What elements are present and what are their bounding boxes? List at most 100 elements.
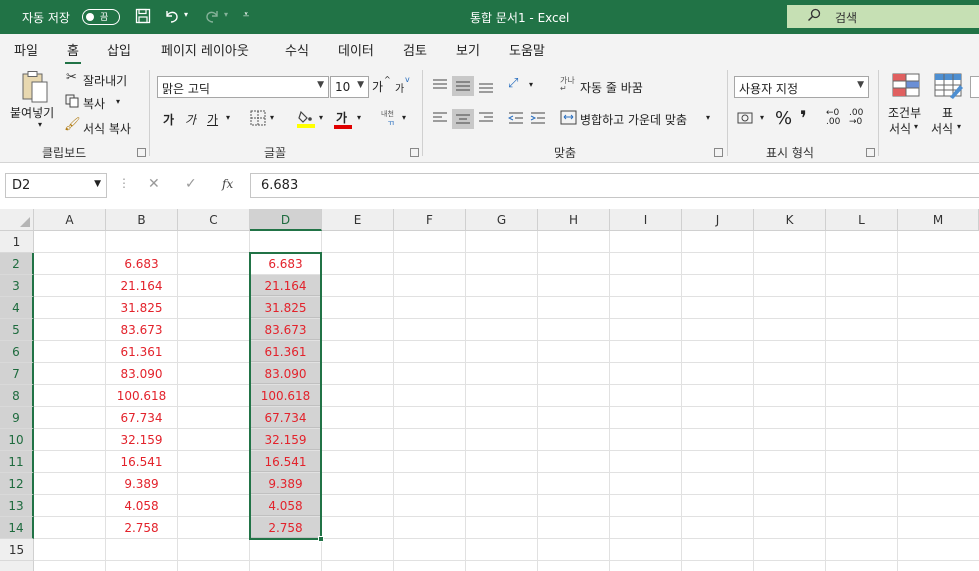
format-as-table-button[interactable]: 표 [942,104,953,121]
cell-b13[interactable]: 4.058 [106,495,177,517]
cell-b10[interactable]: 32.159 [106,429,177,451]
row-header-10[interactable]: 10 [0,429,34,451]
cell-d13[interactable]: 4.058 [250,495,321,516]
worksheet-grid[interactable]: A B C D E F G H I J K L M 1 2 3 4 5 6 7 8 9 10 11 12 13 14 15 6.683 2… [0,209,979,571]
row-header-6[interactable]: 6 [0,341,34,363]
accounting-format-icon[interactable] [737,111,755,129]
row-header-3[interactable]: 3 [0,275,34,297]
column-header-a[interactable]: A [34,209,106,231]
decrease-indent-icon[interactable] [507,111,524,129]
cell-b9[interactable]: 67.734 [106,407,177,429]
font-launcher-icon[interactable] [410,148,419,157]
cell-b3[interactable]: 21.164 [106,275,177,297]
cell-d7[interactable]: 83.090 [250,363,321,384]
increase-indent-icon[interactable] [530,111,546,129]
column-header-h[interactable]: H [538,209,610,231]
column-header-e[interactable]: E [322,209,394,231]
row-header-9[interactable]: 9 [0,407,34,429]
italic-button[interactable]: 가 [185,111,196,128]
underline-button[interactable]: 가 [207,111,218,128]
column-header-c[interactable]: C [178,209,250,231]
search-box[interactable]: 검색 [787,5,979,28]
cell-d12[interactable]: 9.389 [250,473,321,494]
row-header-2[interactable]: 2 [0,253,34,275]
paste-button[interactable]: 붙여넣기 [10,104,54,121]
name-box[interactable]: D2 ▼ [5,173,107,198]
number-launcher-icon[interactable] [866,148,875,157]
align-middle-icon[interactable] [452,76,474,96]
merge-center-button[interactable]: 병합하고 가운데 맞춤 [580,111,687,128]
fill-handle[interactable] [318,536,324,542]
column-header-d[interactable]: D [250,209,322,231]
column-header-k[interactable]: K [754,209,826,231]
percent-button[interactable]: % [775,108,792,129]
tab-home[interactable]: 홈 [65,40,81,65]
column-header-g[interactable]: G [466,209,538,231]
merge-dropdown-icon[interactable]: ▾ [706,113,710,122]
align-right-icon[interactable] [478,111,494,129]
cell-d10[interactable]: 32.159 [250,429,321,450]
cell-d11[interactable]: 16.541 [250,451,321,472]
copy-button[interactable]: 복사 [83,95,105,112]
align-bottom-icon[interactable] [478,80,494,98]
fill-color-icon[interactable] [297,108,315,132]
copy-dropdown-icon[interactable]: ▾ [116,97,120,106]
orientation-dropdown-icon[interactable]: ▾ [529,80,533,89]
align-top-icon[interactable] [432,78,448,96]
align-left-icon[interactable] [432,111,448,129]
insert-function-icon[interactable]: fx [222,177,233,191]
tab-review[interactable]: 검토 [403,40,427,59]
format-painter-button[interactable]: 서식 복사 [83,120,131,137]
cell-b5[interactable]: 83.673 [106,319,177,341]
phonetic-dropdown-icon[interactable]: ▾ [402,113,406,122]
cell-d9[interactable]: 67.734 [250,407,321,428]
row-header-7[interactable]: 7 [0,363,34,385]
shrink-font-button[interactable]: 가 [395,80,404,95]
enter-icon[interactable]: ✓ [185,176,197,192]
table-dropdown-icon[interactable]: ▾ [957,122,961,131]
comma-button[interactable]: ❜ [800,106,807,130]
cell-d4[interactable]: 31.825 [250,297,321,318]
cell-d6[interactable]: 61.361 [250,341,321,362]
underline-dropdown-icon[interactable]: ▾ [226,113,230,122]
wrap-text-button[interactable]: 자동 줄 바꿈 [580,79,643,96]
tab-view[interactable]: 보기 [456,40,480,59]
row-header-12[interactable]: 12 [0,473,34,495]
undo-dropdown-icon[interactable]: ▾ [184,10,188,19]
cell-b6[interactable]: 61.361 [106,341,177,363]
row-header-4[interactable]: 4 [0,297,34,319]
paste-icon[interactable] [20,70,50,108]
borders-dropdown-icon[interactable]: ▾ [270,113,274,122]
font-color-dropdown-icon[interactable]: ▾ [357,113,361,122]
alignment-launcher-icon[interactable] [714,148,723,157]
paste-dropdown-icon[interactable]: ▾ [38,120,42,129]
column-header-b[interactable]: B [106,209,178,231]
number-format-select[interactable]: 사용자 지정 ▼ [734,76,869,98]
undo-icon[interactable] [163,8,181,28]
cell-b2[interactable]: 6.683 [106,253,177,275]
clipboard-launcher-icon[interactable] [137,148,146,157]
tab-page-layout[interactable]: 페이지 레이아웃 [161,40,249,59]
column-header-i[interactable]: I [610,209,682,231]
row-header-1[interactable]: 1 [0,231,34,253]
borders-icon[interactable] [250,110,266,130]
conditional-formatting-button[interactable]: 조건부 [888,104,921,121]
row-header-13[interactable]: 13 [0,495,34,517]
row-header-15[interactable]: 15 [0,539,34,561]
cell-b14[interactable]: 2.758 [106,517,177,539]
grow-font-button[interactable]: 가 [372,78,383,95]
cell-d5[interactable]: 83.673 [250,319,321,340]
cut-button[interactable]: 잘라내기 [83,72,127,89]
cell-d3[interactable]: 21.164 [250,275,321,296]
row-header-8[interactable]: 8 [0,385,34,407]
autosave-toggle[interactable]: 끔 [82,9,120,25]
column-header-l[interactable]: L [826,209,898,231]
formula-input[interactable]: 6.683 [250,173,979,198]
column-header-j[interactable]: J [682,209,754,231]
row-header-5[interactable]: 5 [0,319,34,341]
cell-styles-button[interactable] [970,76,979,98]
row-header-11[interactable]: 11 [0,451,34,473]
orientation-icon[interactable]: ⤢ [508,76,518,91]
conditional-formatting-button-line2[interactable]: 서식 [889,120,911,137]
column-header-f[interactable]: F [394,209,466,231]
